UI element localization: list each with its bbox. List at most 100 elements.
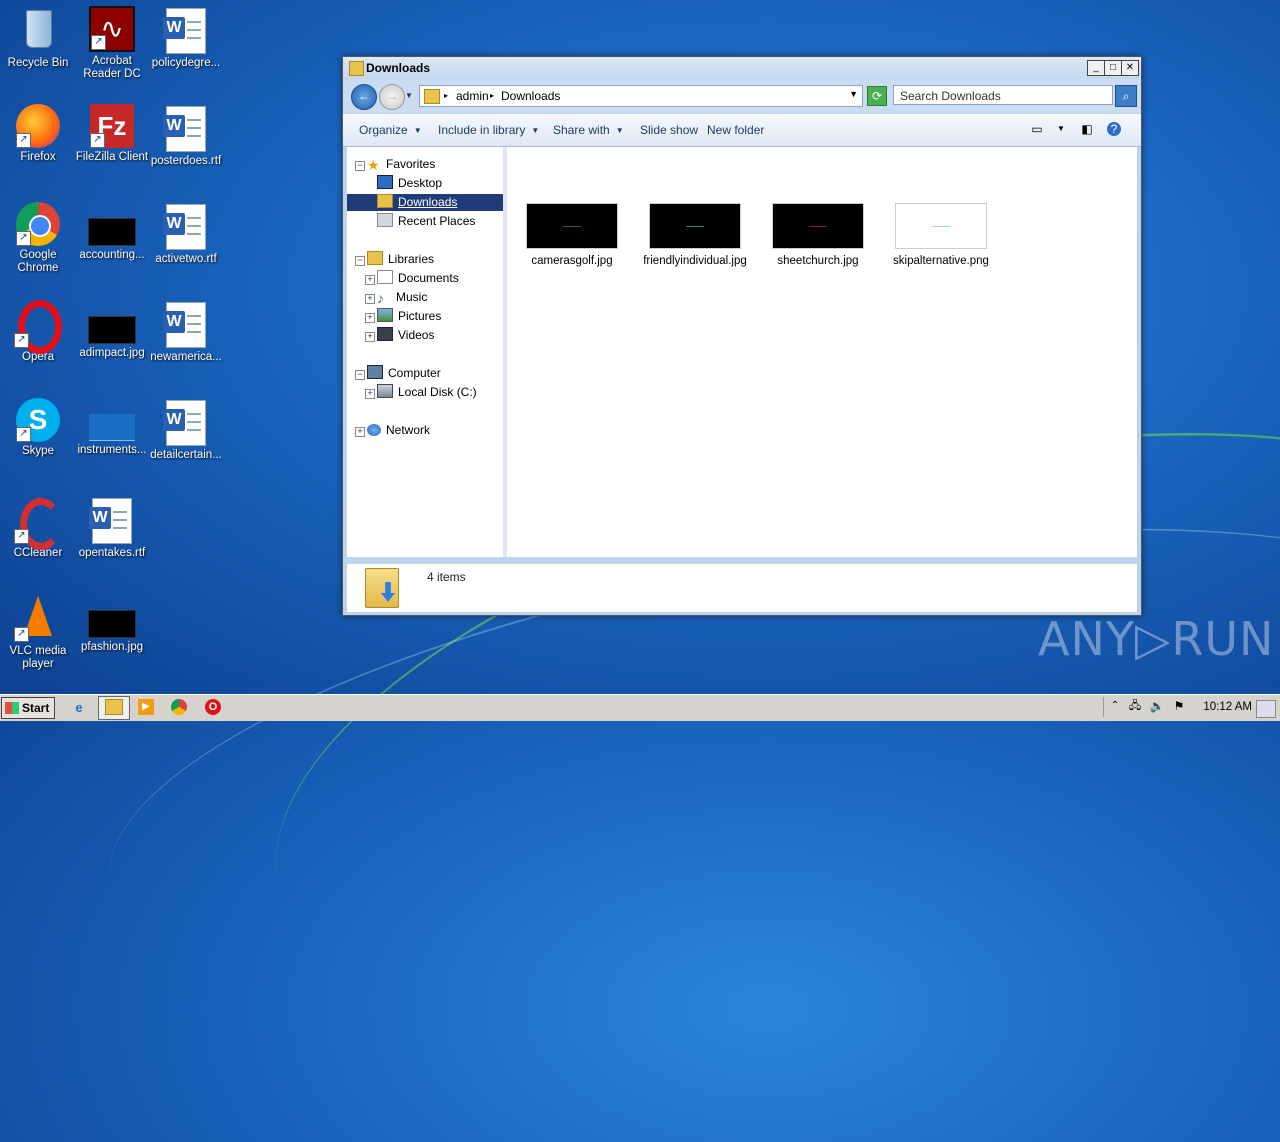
media-player-icon[interactable]: ▶	[138, 699, 154, 715]
desktop-icon-adimpact[interactable]: adimpact.jpg	[74, 300, 150, 360]
share-with-menu[interactable]: Share with ▼	[553, 123, 624, 137]
nav-recent-places[interactable]: Recent Places	[377, 213, 475, 230]
desktop-icon-newamerica[interactable]: W newamerica...	[148, 300, 224, 364]
file-item[interactable]: friendlyindividual.jpg	[640, 203, 750, 268]
shortcut-arrow-icon: ↗	[90, 133, 105, 148]
file-item[interactable]: skipalternative.png	[886, 203, 996, 268]
desktop-icon-policydegre[interactable]: W policydegre...	[148, 6, 224, 70]
collapse-favorites-icon[interactable]: −	[355, 161, 365, 171]
desktop-icon-activetwo[interactable]: W activetwo.rtf	[148, 202, 224, 266]
recent-places-icon	[377, 213, 393, 227]
nav-favorites[interactable]: ★ Favorites	[367, 156, 435, 173]
forward-button[interactable]: →	[379, 84, 405, 110]
taskbar-explorer-active[interactable]	[98, 696, 130, 720]
internet-explorer-icon[interactable]: e	[70, 699, 88, 717]
volume-icon[interactable]: 🔈	[1148, 697, 1166, 715]
desktop-icon-opentakes[interactable]: W opentakes.rtf	[74, 496, 150, 560]
collapse-libraries-icon[interactable]: −	[355, 256, 365, 266]
downloads-folder-icon	[377, 194, 393, 208]
desktop-icon-acrobat[interactable]: ∿ ↗ Acrobat Reader DC	[74, 6, 150, 81]
include-in-library-menu[interactable]: Include in library ▼	[438, 123, 539, 137]
breadcrumb-downloads[interactable]: Downloads	[501, 89, 560, 103]
desktop-icon-chrome[interactable]: ↗ Google Chrome	[0, 202, 76, 275]
desktop-icon-accounting[interactable]: accounting...	[74, 202, 150, 262]
organize-label: Organize	[359, 123, 408, 137]
address-bar[interactable]: ▸ admin ▸ Downloads ▼	[419, 85, 863, 107]
desktop-icon-filezilla[interactable]: Fz ↗ FileZilla Client	[74, 104, 150, 164]
share-with-label: Share with	[553, 123, 610, 137]
title-bar[interactable]: Downloads _ □ ✕	[343, 57, 1141, 79]
collapse-computer-icon[interactable]: −	[355, 370, 365, 380]
desktop-icon-label: adimpact.jpg	[79, 347, 145, 359]
start-button[interactable]: Start	[1, 697, 55, 719]
refresh-button[interactable]: ⟳	[867, 86, 887, 106]
network-status-icon[interactable]: 🖧	[1126, 697, 1144, 715]
expand-network-icon[interactable]: +	[355, 427, 365, 437]
opera-icon[interactable]: O	[205, 699, 221, 715]
expand-local-disk-icon[interactable]: +	[365, 389, 375, 399]
chevron-down-icon: ▼	[615, 126, 624, 135]
file-item[interactable]: sheetchurch.jpg	[763, 203, 873, 268]
nav-videos[interactable]: Videos	[377, 327, 434, 344]
minimize-button[interactable]: _	[1087, 60, 1105, 76]
desktop-icon-vlc[interactable]: ↗ VLC media player	[0, 594, 76, 671]
action-center-flag-icon[interactable]: ⚑	[1170, 697, 1188, 715]
videos-icon	[377, 327, 393, 341]
show-desktop-button[interactable]	[1256, 700, 1276, 718]
slide-show-button[interactable]: Slide show	[640, 123, 698, 137]
image-thumbnail	[89, 414, 135, 441]
file-item[interactable]: camerasgolf.jpg	[517, 203, 627, 268]
search-icon[interactable]: ⌕	[1115, 85, 1137, 107]
expand-documents-icon[interactable]: +	[365, 275, 375, 285]
recent-pages-dropdown-icon[interactable]: ▼	[405, 91, 413, 100]
nav-local-disk[interactable]: Local Disk (C:)	[377, 384, 477, 401]
desktop-icon-ccleaner[interactable]: ↗ CCleaner	[0, 496, 76, 560]
nav-desktop[interactable]: Desktop	[377, 175, 442, 192]
nav-music[interactable]: ♪ Music	[377, 289, 427, 306]
desktop-icon-opera[interactable]: ↗ Opera	[0, 300, 76, 364]
organize-menu[interactable]: Organize ▼	[359, 123, 422, 137]
expand-music-icon[interactable]: +	[365, 294, 375, 304]
vlc-cone-icon: ↗	[14, 594, 62, 642]
expand-pictures-icon[interactable]: +	[365, 313, 375, 323]
image-thumbnail	[88, 610, 136, 638]
nav-documents[interactable]: Documents	[377, 270, 459, 287]
nav-pictures[interactable]: Pictures	[377, 308, 441, 325]
breadcrumb-admin[interactable]: admin	[456, 89, 489, 103]
desktop-icon-detailcertain[interactable]: W detailcertain...	[148, 398, 224, 462]
desktop-icon-skype[interactable]: S ↗ Skype	[0, 398, 76, 458]
new-folder-button[interactable]: New folder	[707, 123, 764, 137]
breadcrumb-separator-icon[interactable]: ▸	[490, 91, 494, 100]
change-view-icon[interactable]: ▭	[1029, 122, 1045, 136]
expand-videos-icon[interactable]: +	[365, 332, 375, 342]
help-icon[interactable]: ?	[1107, 122, 1121, 136]
explorer-window[interactable]: Downloads _ □ ✕ ← → ▼ ▸ admin ▸ Download…	[342, 56, 1142, 616]
show-hidden-icons-icon[interactable]: ⌃	[1106, 697, 1124, 715]
nav-downloads[interactable]: Downloads	[347, 194, 503, 211]
nav-network[interactable]: Network	[367, 422, 430, 439]
chrome-icon[interactable]	[171, 699, 187, 715]
desktop-icon-firefox[interactable]: ↗ Firefox	[0, 104, 76, 164]
libraries-icon	[367, 251, 383, 265]
start-label: Start	[22, 701, 50, 715]
desktop-icon-instruments[interactable]: instruments...	[74, 398, 150, 457]
back-button[interactable]: ←	[351, 84, 377, 110]
filezilla-icon: Fz ↗	[90, 104, 134, 148]
shortcut-arrow-icon: ↗	[14, 333, 29, 348]
desktop-icon-recycle-bin[interactable]: Recycle Bin	[0, 6, 76, 70]
view-options-chevron-icon[interactable]: ▼	[1053, 122, 1069, 136]
breadcrumb-separator-icon[interactable]: ▸	[444, 91, 448, 100]
preview-pane-icon[interactable]: ◧	[1079, 122, 1095, 136]
nav-libraries[interactable]: Libraries	[367, 251, 434, 268]
desktop-icon-pfashion[interactable]: pfashion.jpg	[74, 594, 150, 654]
word-document-icon: W	[163, 8, 206, 54]
clock[interactable]: 10:12 AM	[1203, 701, 1252, 713]
desktop-icon-posterdoes[interactable]: W posterdoes.rtf	[148, 104, 224, 168]
address-dropdown-icon[interactable]: ▼	[849, 89, 858, 99]
search-input[interactable]: Search Downloads	[893, 85, 1113, 105]
maximize-button[interactable]: □	[1104, 60, 1122, 76]
item-count: 4 items	[427, 570, 466, 584]
close-button[interactable]: ✕	[1121, 60, 1139, 76]
image-thumbnail	[895, 203, 987, 249]
nav-computer[interactable]: Computer	[367, 365, 441, 382]
